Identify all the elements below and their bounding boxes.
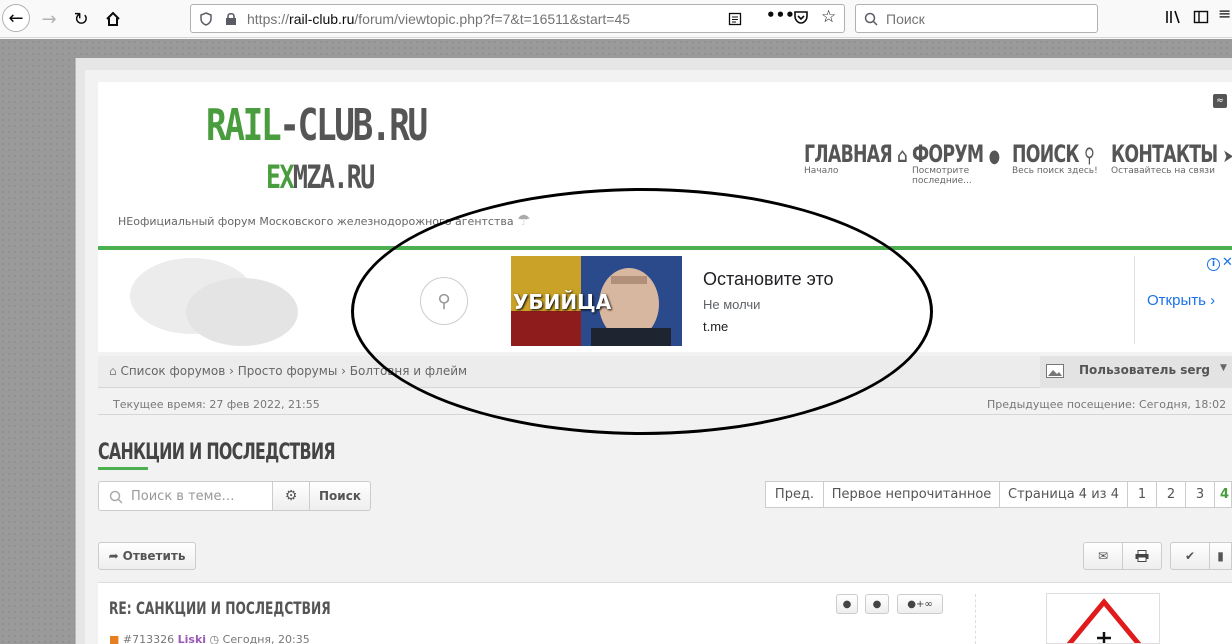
breadcrumb-item-simple-forums[interactable]: Просто форумы [238,364,338,378]
avatar-placeholder-icon [1046,364,1064,378]
ad-divider [1134,256,1135,344]
exclamation-icon: ● [842,598,852,610]
rocket-icon: ➤ [1222,146,1232,167]
back-button[interactable]: ← [2,4,30,32]
print-topic-button[interactable] [1122,542,1162,570]
watch-topic-button[interactable]: ✔ [1170,542,1210,570]
chat-bubble-watermark-icon [130,258,298,346]
user-label[interactable]: Пользователь serg [1079,363,1210,377]
current-time: Текущее время: 27 фев 2022, 21:55 [113,398,320,411]
report-post-button[interactable]: ● [836,594,858,614]
last-visit: Предыдущее посещение: Сегодня, 18:02 [987,398,1227,411]
bookmark-icon: ▮ [1217,549,1224,563]
reload-icon: ↻ [73,8,89,30]
topic-search-input[interactable]: Поиск в теме… [98,481,273,511]
pagination-prev[interactable]: Пред. [765,481,824,508]
pagination-page-info[interactable]: Страница 4 из 4 [999,481,1128,508]
check-circle-icon: ✔ [1184,549,1196,563]
arrow-right-icon: → [41,8,57,30]
bookmark-topic-button[interactable]: ▮ [1209,542,1232,570]
post-meta: ■ #713326 Liski ◷ Сегодня, 20:35 [109,633,310,644]
post-time: Сегодня, 20:35 [222,633,310,644]
pagination-page-1[interactable]: 1 [1127,481,1157,508]
multiquote-button[interactable]: ● + ∞ [897,594,943,614]
site-logo-secondary[interactable]: EXMZA.RU [266,158,375,196]
home-button[interactable] [100,6,126,32]
nav-search[interactable]: ПОИСК ⚲ Весь поиск здесь! [1012,140,1126,176]
search-icon [864,12,878,26]
arrow-left-icon: ← [8,7,24,29]
home-icon: ⌂ [897,143,907,167]
search-icon [109,490,123,504]
search-placeholder: Поиск [886,11,925,27]
ad-info-icon[interactable]: i [1207,258,1220,271]
breadcrumb-item-forums[interactable]: Список форумов [120,364,225,378]
reload-button[interactable]: ↻ [68,6,94,32]
comment-icon: ● [872,598,882,610]
ad-open-button[interactable]: Открыть › [1147,292,1215,309]
shield-icon [200,12,212,26]
post-file-icon: ■ [109,633,120,644]
rss-icon[interactable]: ≈ [1213,94,1227,108]
sidebar-icon[interactable] [1193,9,1209,25]
quote-post-button[interactable]: ● [865,594,889,614]
bookmark-star-icon[interactable]: ☆ [821,7,836,27]
home-icon: ⌂ [109,364,117,378]
post-profile-divider [975,594,976,644]
post-id[interactable]: #713326 [123,633,174,644]
pagination-page-current[interactable]: 4 [1214,481,1232,508]
reply-button[interactable]: ➦ Ответить [98,542,196,570]
pagination-page-2[interactable]: 2 [1156,481,1186,508]
topic-title-underline [98,467,148,470]
site-logo[interactable]: RAIL-CLUB.RU [206,100,428,151]
advanced-search-button[interactable]: ⚙ [272,481,310,511]
lock-icon [226,12,236,25]
comment-plus-icon: ● [907,598,916,610]
chevron-right-icon: › [1210,292,1216,309]
browser-search-input[interactable]: Поиск [855,4,1098,33]
post-author[interactable]: Liski [178,633,206,644]
pocket-icon[interactable] [793,9,809,25]
link-icon: ∞ [924,598,933,610]
reader-view-icon[interactable] [728,12,742,26]
clock-icon: ◷ [209,633,220,644]
printer-icon [1135,550,1149,562]
chevron-down-icon: ▼ [1220,363,1227,373]
ad-close-icon[interactable]: ✕ [1222,255,1232,270]
envelope-icon: ✉ [1097,549,1109,563]
comments-icon: ● [988,146,1000,167]
topic-title[interactable]: САНКЦИИ И ПОСЛЕДСТВИЯ [98,440,336,465]
more-actions-icon[interactable]: ••• [766,6,795,24]
annotation-ellipse [351,188,933,435]
library-icon[interactable] [1165,9,1183,25]
home-icon [106,11,120,26]
gear-icon: ⚙ [284,488,298,504]
pagination-first-unread[interactable]: Первое непрочитанное [823,481,1000,508]
hazard-sign-icon [1066,598,1142,643]
post-title[interactable]: RE: САНКЦИИ И ПОСЛЕДСТВИЯ [109,599,331,619]
menu-icon[interactable]: ≡ [1218,4,1231,23]
avatar[interactable] [1046,593,1160,644]
email-topic-button[interactable]: ✉ [1083,542,1123,570]
browser-toolbar: ← → ↻ https://rail-club.ru/forum/viewtop… [0,0,1232,38]
url-text: https://rail-club.ru/forum/viewtopic.php… [247,11,631,27]
pagination-page-3[interactable]: 3 [1185,481,1215,508]
search-icon: ⚲ [1084,143,1095,167]
reply-arrow-icon: ➦ [108,549,119,563]
address-bar[interactable]: https://rail-club.ru/forum/viewtopic.php… [190,4,845,33]
forward-button[interactable]: → [36,6,62,32]
topic-search-button[interactable]: Поиск [309,481,371,511]
nav-contacts[interactable]: КОНТАКТЫ ➤ Оставайтесь на связи [1111,140,1232,176]
